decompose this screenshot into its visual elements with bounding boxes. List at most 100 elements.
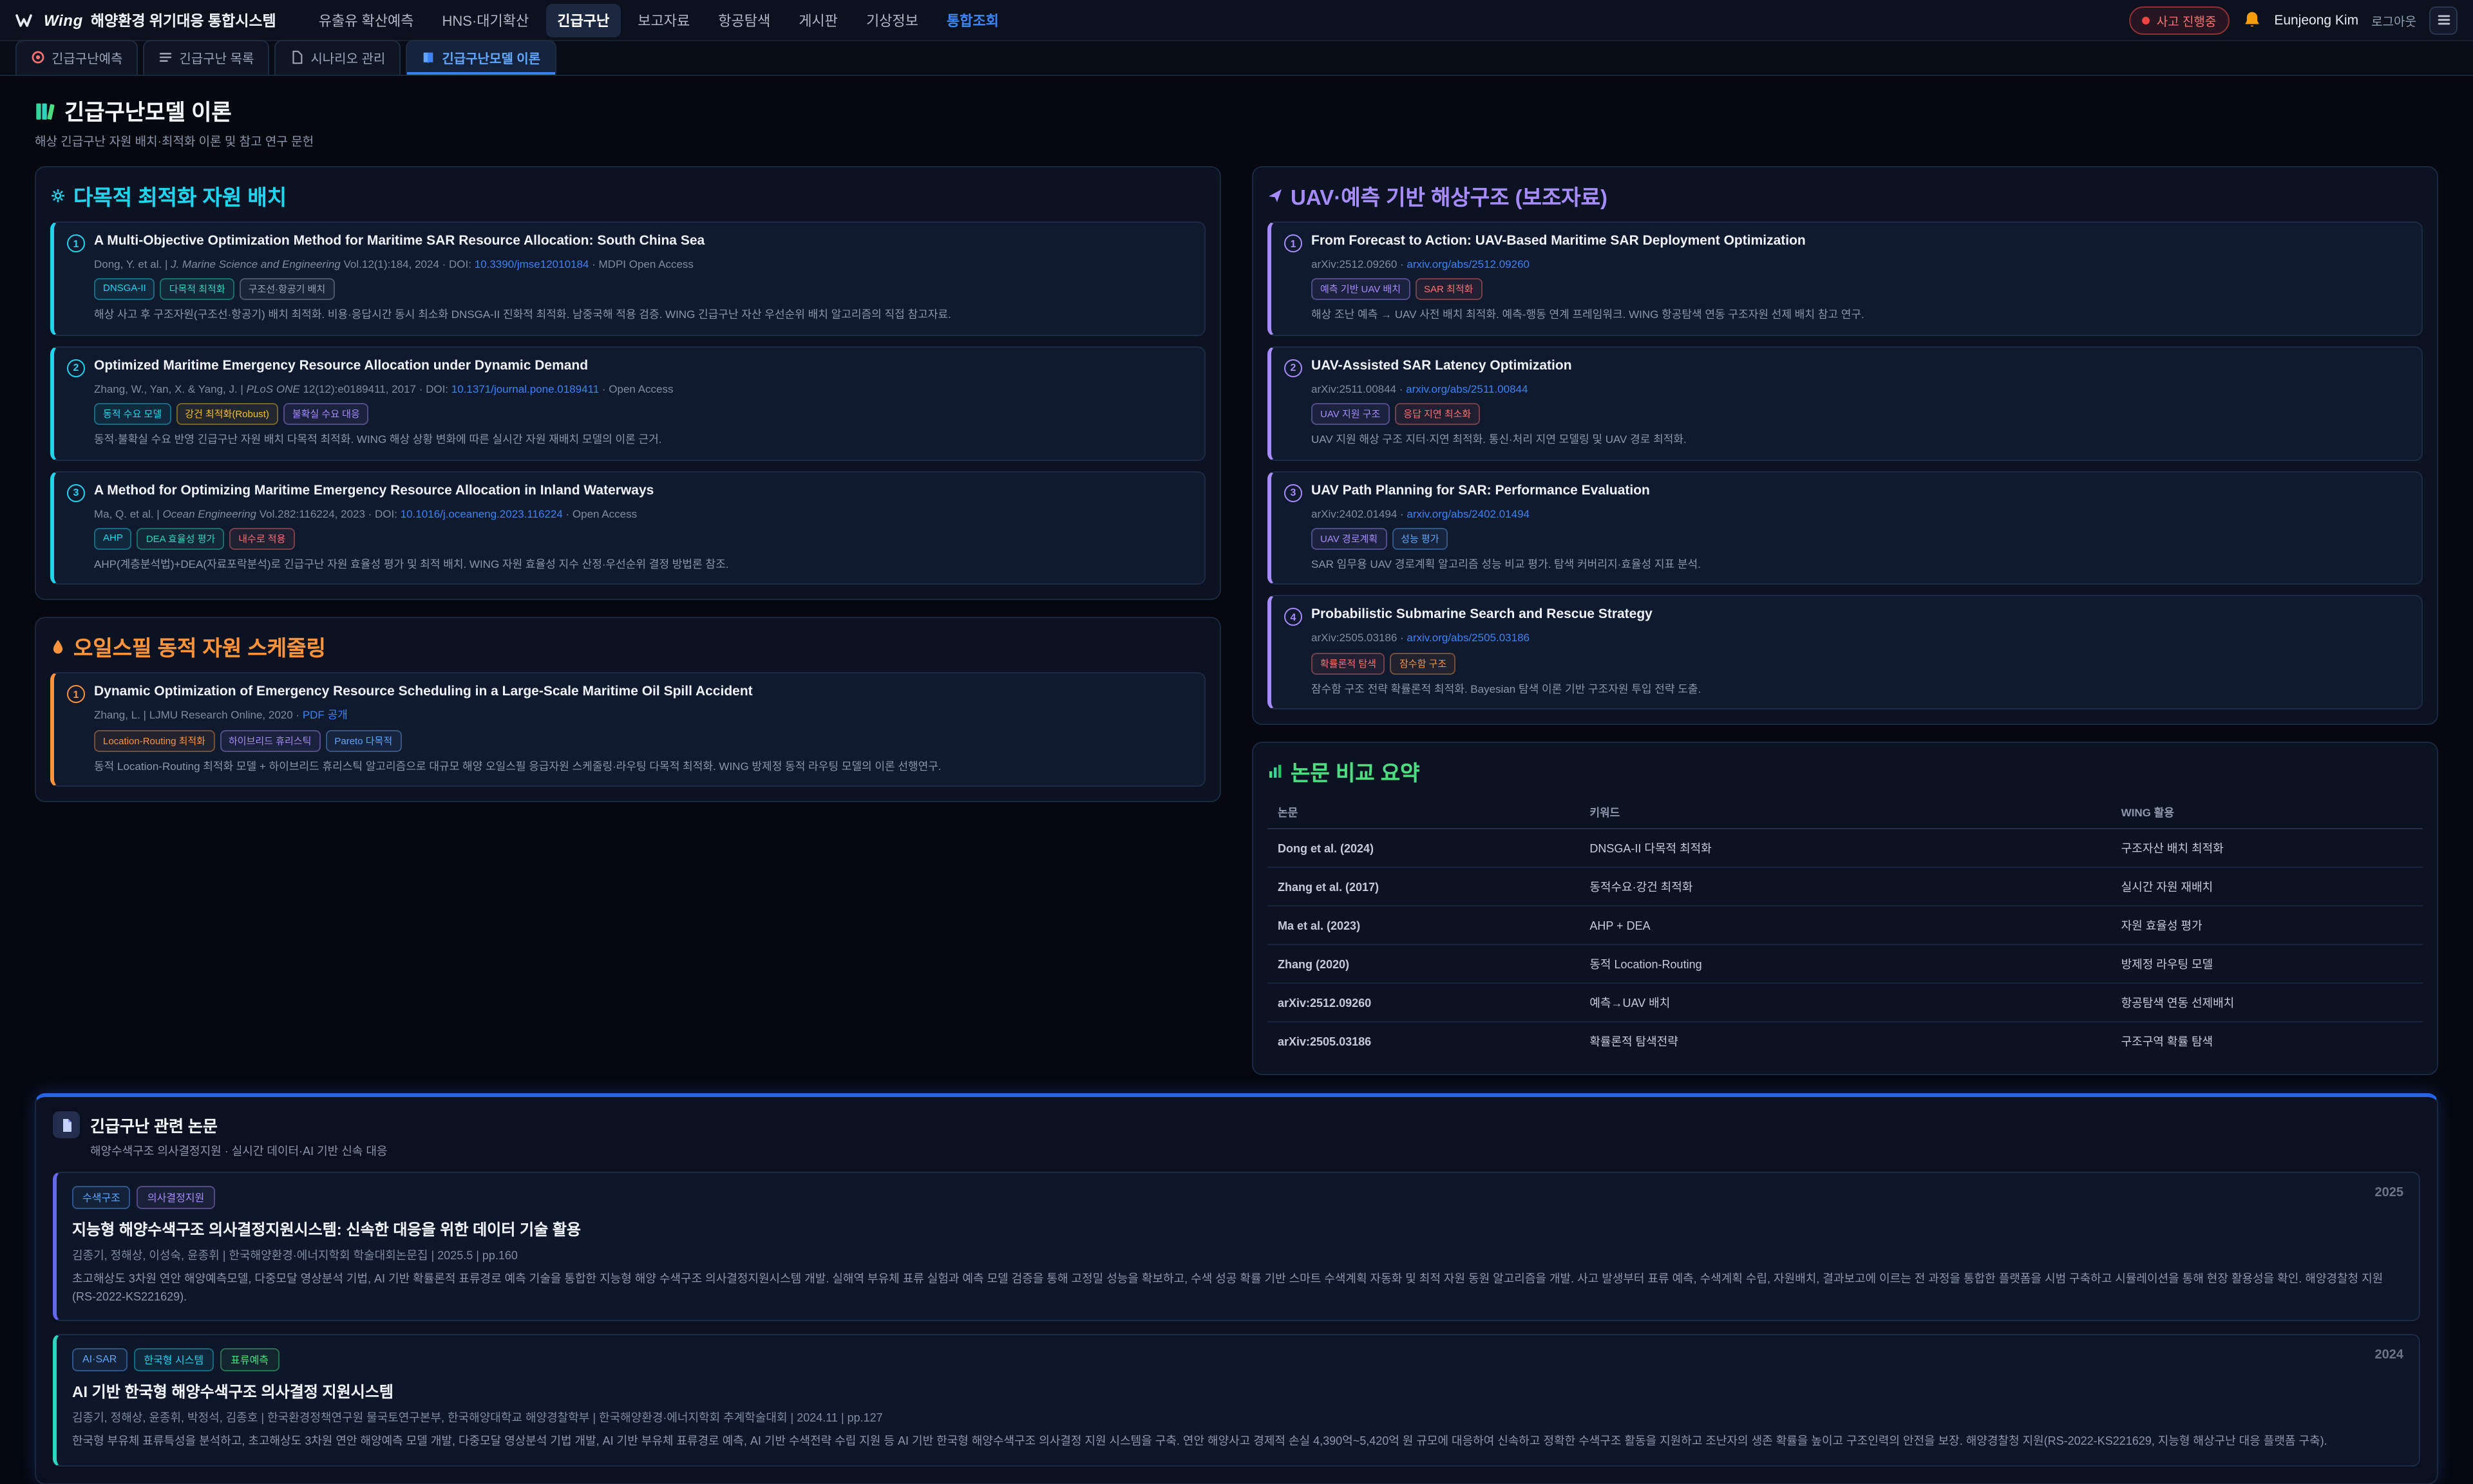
paper-tags: Location-Routing 최적화 하이브리드 휴리스틱 Pareto 다… [94, 730, 1191, 752]
paper-authors: 김종기, 정해상, 윤종휘, 박정석, 김종호 | 한국환경정책연구원 물국토연… [72, 1409, 2403, 1425]
paper-title: UAV Path Planning for SAR: Performance E… [1311, 482, 1650, 500]
paper-authors: Zhang, W., Yan, X. & Yang, J. | [94, 382, 247, 395]
paper-doi-link[interactable]: 10.1016/j.oceaneng.2023.116224 [401, 507, 563, 520]
paper-meta: Zhang, L. | LJMU Research Online, 2020 ·… [94, 709, 1191, 724]
comparison-keywords: 확률론적 탐색전략 [1579, 1022, 2110, 1060]
paper-tag: DEA 효율성 평가 [137, 528, 224, 550]
drone-icon [1267, 188, 1283, 203]
comparison-row: Ma et al. (2023) AHP + DEA 자원 효율성 평가 [1267, 906, 2423, 944]
incident-status-label: 사고 진행중 [2157, 11, 2217, 29]
column-header-paper: 논문 [1267, 797, 1579, 829]
paper-meta: arXiv:2512.09260 · arxiv.org/abs/2512.09… [1311, 258, 2409, 272]
paper-number-badge: 2 [67, 359, 85, 377]
tab-rescue-prediction[interactable]: 긴급구난예측 [15, 40, 138, 75]
app-root: Wing 해양환경 위기대응 통합시스템 유출유 확산예측 HNS·대기확산 긴… [0, 0, 2473, 1228]
user-name: Eunjeong Kim [2274, 12, 2358, 28]
tab-label: 긴급구난모델 이론 [442, 48, 540, 67]
paper-tag: Location-Routing 최적화 [94, 730, 214, 752]
nav-item-aerial-search[interactable]: 항공탐색 [706, 3, 782, 37]
paper-description: 동적 Location-Routing 최적화 모델 + 하이브리드 휴리스틱 … [94, 758, 1191, 775]
comparison-keywords: AHP + DEA [1579, 906, 2110, 944]
panel-title: 논문 비교 요약 [1291, 756, 1420, 787]
paper-pdf-link[interactable]: PDF 공개 [303, 709, 348, 722]
paper-description: 잠수함 구조 전략 확률론적 최적화. Bayesian 탐색 이론 기반 구조… [1311, 681, 2409, 697]
arxiv-link[interactable]: arxiv.org/abs/2402.01494 [1407, 507, 1530, 520]
hamburger-icon [2435, 12, 2452, 28]
paper-doi-link[interactable]: 10.3390/jmse12010184 [475, 258, 589, 270]
paper-tag: 한국형 시스템 [133, 1348, 214, 1371]
comparison-header-row: 논문 키워드 WING 활용 [1267, 797, 2423, 829]
paper-card: 2 UAV-Assisted SAR Latency Optimization … [1267, 346, 2423, 461]
hamburger-menu-button[interactable] [2429, 6, 2458, 34]
arxiv-link[interactable]: arxiv.org/abs/2512.09260 [1407, 258, 1530, 270]
arxiv-link[interactable]: arxiv.org/abs/2511.00844 [1406, 382, 1528, 395]
comparison-paper-link[interactable]: arXiv:2512.09260 [1267, 983, 1579, 1022]
paper-tag: AI·SAR [72, 1348, 127, 1371]
paper-number-badge: 2 [1284, 359, 1302, 377]
tab-rescue-list[interactable]: 긴급구난 목록 [143, 40, 269, 75]
paper-card: 2 Optimized Maritime Emergency Resource … [50, 346, 1206, 461]
paper-tags: 동적 수요 모델 강건 최적화(Robust) 불확실 수요 대응 [94, 404, 1191, 426]
sub-tab-bar: 긴급구난예측 긴급구난 목록 시나리오 관리 긴급구난모델 이론 [0, 41, 2473, 76]
paper-meta: Ma, Q. et al. | Ocean Engineering Vol.28… [94, 507, 1191, 521]
comparison-paper-link[interactable]: Zhang et al. (2017) [1267, 867, 1579, 906]
paper-tag: 응답 지연 최소화 [1394, 404, 1480, 426]
tab-label: 시나리오 관리 [310, 48, 385, 67]
comparison-row: arXiv:2505.03186 확률론적 탐색전략 구조구역 확률 탐색 [1267, 1022, 2423, 1060]
brand[interactable]: Wing 해양환경 위기대응 통합시스템 [15, 10, 276, 30]
nav-item-hns[interactable]: HNS·대기확산 [431, 3, 541, 37]
tab-scenario-management[interactable]: 시나리오 관리 [274, 40, 401, 75]
tab-label: 긴급구난 목록 [179, 48, 254, 67]
paper-description: 해상 조난 예측 → UAV 사전 배치 최적화. 예측-행동 연계 프레임워크… [1311, 307, 2409, 323]
panel-oilspill-header: 오일스필 동적 자원 스케줄링 [50, 632, 1206, 673]
paper-tags: UAV 경로계획 성능 평가 [1311, 528, 2409, 550]
paper-number-badge: 1 [67, 686, 85, 704]
panel-multiobjective: 다목적 최적화 자원 배치 1 A Multi-Objective Optimi… [35, 166, 1221, 601]
nav-item-reports[interactable]: 보고자료 [626, 3, 701, 37]
paper-tag: 예측 기반 UAV 배치 [1311, 279, 1410, 301]
page-content: 긴급구난모델 이론 해상 긴급구난 자원 배치·최적화 이론 및 참고 연구 문… [0, 76, 2473, 1484]
logout-button[interactable]: 로그아웃 [2371, 11, 2416, 29]
paper-meta-text: Vol.12(1):184, 2024 · DOI: [341, 258, 475, 270]
nav-item-rescue[interactable]: 긴급구난 [545, 3, 621, 37]
alert-dot-icon [2143, 16, 2150, 24]
comparison-paper-link[interactable]: Ma et al. (2023) [1267, 906, 1579, 944]
paper-tag: 수색구조 [72, 1186, 131, 1209]
paper-card: 3 A Method for Optimizing Maritime Emerg… [50, 471, 1206, 585]
tab-rescue-model-theory[interactable]: 긴급구난모델 이론 [406, 40, 556, 75]
nav-item-weather[interactable]: 기상정보 [855, 3, 930, 37]
arxiv-link[interactable]: arxiv.org/abs/2505.03186 [1407, 632, 1530, 644]
nav-item-board[interactable]: 게시판 [787, 3, 849, 37]
paper-tag: 하이브리드 휴리스틱 [220, 730, 320, 752]
comparison-row: Zhang (2020) 동적 Location-Routing 방제정 라우팅… [1267, 944, 2423, 983]
books-icon [35, 100, 55, 120]
panel-multiobjective-header: 다목적 최적화 자원 배치 [50, 180, 1206, 221]
right-column: UAV·예측 기반 해상구조 (보조자료) 1 From Forecast to… [1252, 166, 2438, 1075]
paper-number-badge: 1 [67, 234, 85, 252]
paper-tag: AHP [94, 528, 132, 550]
paper-tag: DNSGA-II [94, 279, 155, 301]
column-header-wing-usage: WING 활용 [2111, 797, 2423, 829]
comparison-usage: 자원 효율성 평가 [2111, 906, 2423, 944]
panel-uav-header: UAV·예측 기반 해상구조 (보조자료) [1267, 180, 2423, 221]
related-paper-card: AI·SAR 한국형 시스템 표류예측 2024 AI 기반 한국형 해양수색구… [53, 1334, 2420, 1466]
comparison-paper-link[interactable]: Dong et al. (2024) [1267, 829, 1579, 867]
comparison-paper-link[interactable]: arXiv:2505.03186 [1267, 1022, 1579, 1060]
paper-title: Optimized Maritime Emergency Resource Al… [94, 358, 588, 375]
notification-bell-icon[interactable] [2242, 10, 2261, 30]
paper-tag: Pareto 다목적 [325, 730, 401, 752]
paper-card: 4 Probabilistic Submarine Search and Res… [1267, 596, 2423, 710]
nav-item-oil-spill[interactable]: 유출유 확산예측 [307, 3, 426, 37]
paper-meta-tail: · Open Access [563, 507, 637, 520]
nav-item-integrated-search[interactable]: 통합조회 [935, 3, 1010, 37]
comparison-paper-link[interactable]: Zhang (2020) [1267, 944, 1579, 983]
paper-doi-link[interactable]: 10.1371/journal.pone.0189411 [451, 382, 599, 395]
paper-tags: 확률론적 탐색 잠수함 구조 [1311, 653, 2409, 675]
page-header: 긴급구난모델 이론 해상 긴급구난 자원 배치·최적화 이론 및 참고 연구 문… [35, 94, 2438, 149]
paper-tag: UAV 경로계획 [1311, 528, 1387, 550]
paper-description: SAR 임무용 UAV 경로계획 알고리즘 성능 비교 평가. 탐색 커버리지·… [1311, 556, 2409, 572]
document-icon [290, 50, 304, 64]
paper-title: AI 기반 한국형 해양수색구조 의사결정 지원시스템 [72, 1380, 2403, 1402]
comparison-usage: 구조구역 확률 탐색 [2111, 1022, 2423, 1060]
paper-tag: 확률론적 탐색 [1311, 653, 1385, 675]
